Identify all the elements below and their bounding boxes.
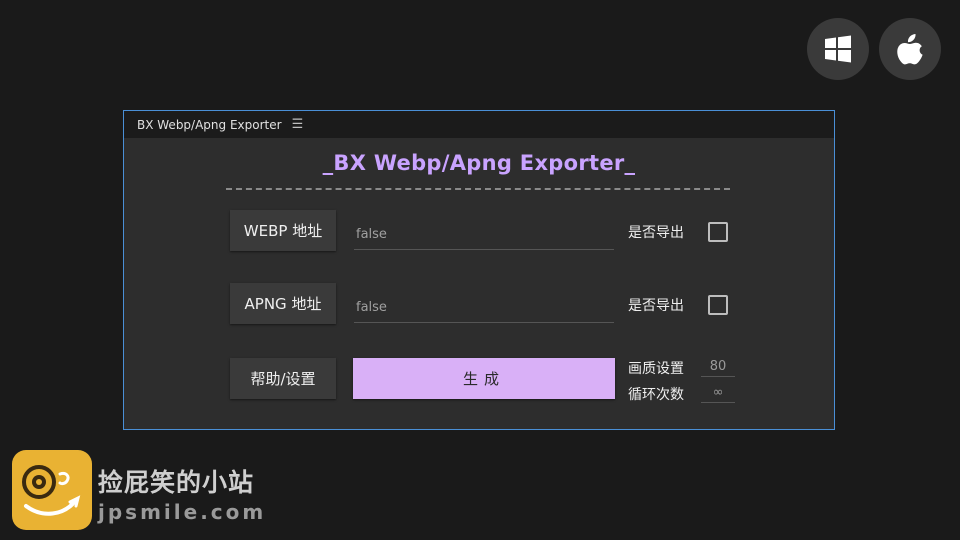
generate-button[interactable]: 生成 [353,358,615,399]
panel-tab-title[interactable]: BX Webp/Apng Exporter [137,118,282,132]
apng-export-label: 是否导出 [628,298,684,314]
windows-icon [825,35,851,63]
apple-icon [897,34,923,65]
exporter-panel: BX Webp/Apng Exporter ☰ _BX Webp/Apng Ex… [123,110,835,430]
panel-menu-icon[interactable]: ☰ [292,117,304,132]
panel-header: BX Webp/Apng Exporter ☰ [124,111,834,138]
webp-export-label: 是否导出 [628,225,684,241]
windows-badge [807,18,869,80]
webp-export-checkbox[interactable] [708,222,728,242]
site-url: jpsmile.com [98,500,267,524]
webp-path-button[interactable]: WEBP 地址 [230,210,336,251]
apng-path-button[interactable]: APNG 地址 [230,283,336,324]
apple-badge [879,18,941,80]
site-logo [12,450,92,530]
loop-count-label: 循环次数 [628,387,684,403]
quality-input[interactable] [701,357,735,377]
quality-label: 画质设置 [628,361,684,377]
webp-path-input[interactable] [354,220,614,250]
apng-path-input[interactable] [354,293,614,323]
panel-body: _BX Webp/Apng Exporter_ WEBP 地址 是否导出 APN… [124,138,834,429]
panel-title: _BX Webp/Apng Exporter_ [322,151,636,175]
title-divider [226,188,730,190]
loop-count-input[interactable] [701,383,735,403]
apng-export-checkbox[interactable] [708,295,728,315]
camera-smile-icon [22,465,81,516]
help-settings-button[interactable]: 帮助/设置 [230,358,336,399]
site-name: 捡屁笑的小站 [98,468,255,497]
